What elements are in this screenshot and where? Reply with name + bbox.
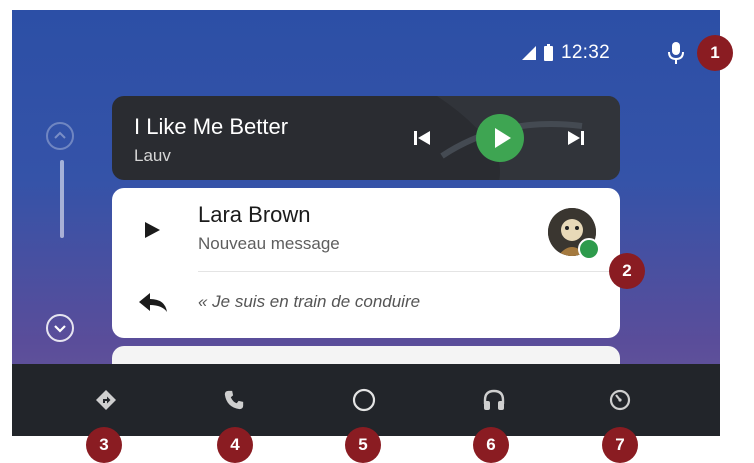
callout-3: 3 <box>86 427 122 463</box>
skip-previous-button[interactable] <box>412 128 432 148</box>
scrollbar[interactable] <box>60 160 64 238</box>
nav-navigation-button[interactable] <box>92 386 120 414</box>
nav-media-button[interactable] <box>480 386 508 414</box>
scroll-down-button[interactable] <box>46 314 74 342</box>
headphones-icon <box>483 389 505 410</box>
quick-reply-text[interactable]: « Je suis en train de conduire <box>198 292 420 312</box>
callout-2: 2 <box>609 253 645 289</box>
status-bar: 12:32 <box>521 42 610 64</box>
clock: 12:32 <box>560 42 610 63</box>
play-message-icon[interactable] <box>142 220 162 240</box>
track-artist: Lauv <box>134 146 171 165</box>
messaging-app-badge-icon <box>578 238 600 260</box>
reply-icon[interactable] <box>136 290 170 314</box>
navigation-icon <box>96 390 116 410</box>
callout-5: 5 <box>345 427 381 463</box>
scroll-up-button[interactable] <box>46 122 74 150</box>
nav-home-button[interactable] <box>350 386 378 414</box>
home-icon <box>352 388 376 412</box>
message-sender: Lara Brown <box>198 202 311 227</box>
nav-phone-button[interactable] <box>220 386 248 414</box>
divider <box>198 271 620 272</box>
android-auto-screen: 12:32 I Like Me Better Lauv Lara Brown N… <box>12 10 720 436</box>
callout-7: 7 <box>602 427 638 463</box>
callout-6: 6 <box>473 427 509 463</box>
callout-1: 1 <box>697 35 733 71</box>
nav-recents-button[interactable] <box>606 386 634 414</box>
microphone-icon[interactable] <box>668 42 684 64</box>
battery-icon <box>543 43 553 61</box>
message-card[interactable]: Lara Brown Nouveau message « Je suis en … <box>112 188 620 338</box>
callout-4: 4 <box>217 427 253 463</box>
bottom-navigation-bar <box>12 364 720 436</box>
skip-next-button[interactable] <box>566 128 586 148</box>
track-title: I Like Me Better <box>134 114 289 139</box>
signal-icon <box>521 46 536 60</box>
message-subtitle: Nouveau message <box>198 234 340 253</box>
now-playing-card[interactable]: I Like Me Better Lauv <box>112 96 620 180</box>
play-button[interactable] <box>476 114 524 162</box>
chevron-up-icon <box>54 131 66 139</box>
phone-icon <box>224 390 244 410</box>
play-icon <box>495 128 511 148</box>
recents-icon <box>609 389 631 411</box>
chevron-down-icon <box>54 325 66 333</box>
